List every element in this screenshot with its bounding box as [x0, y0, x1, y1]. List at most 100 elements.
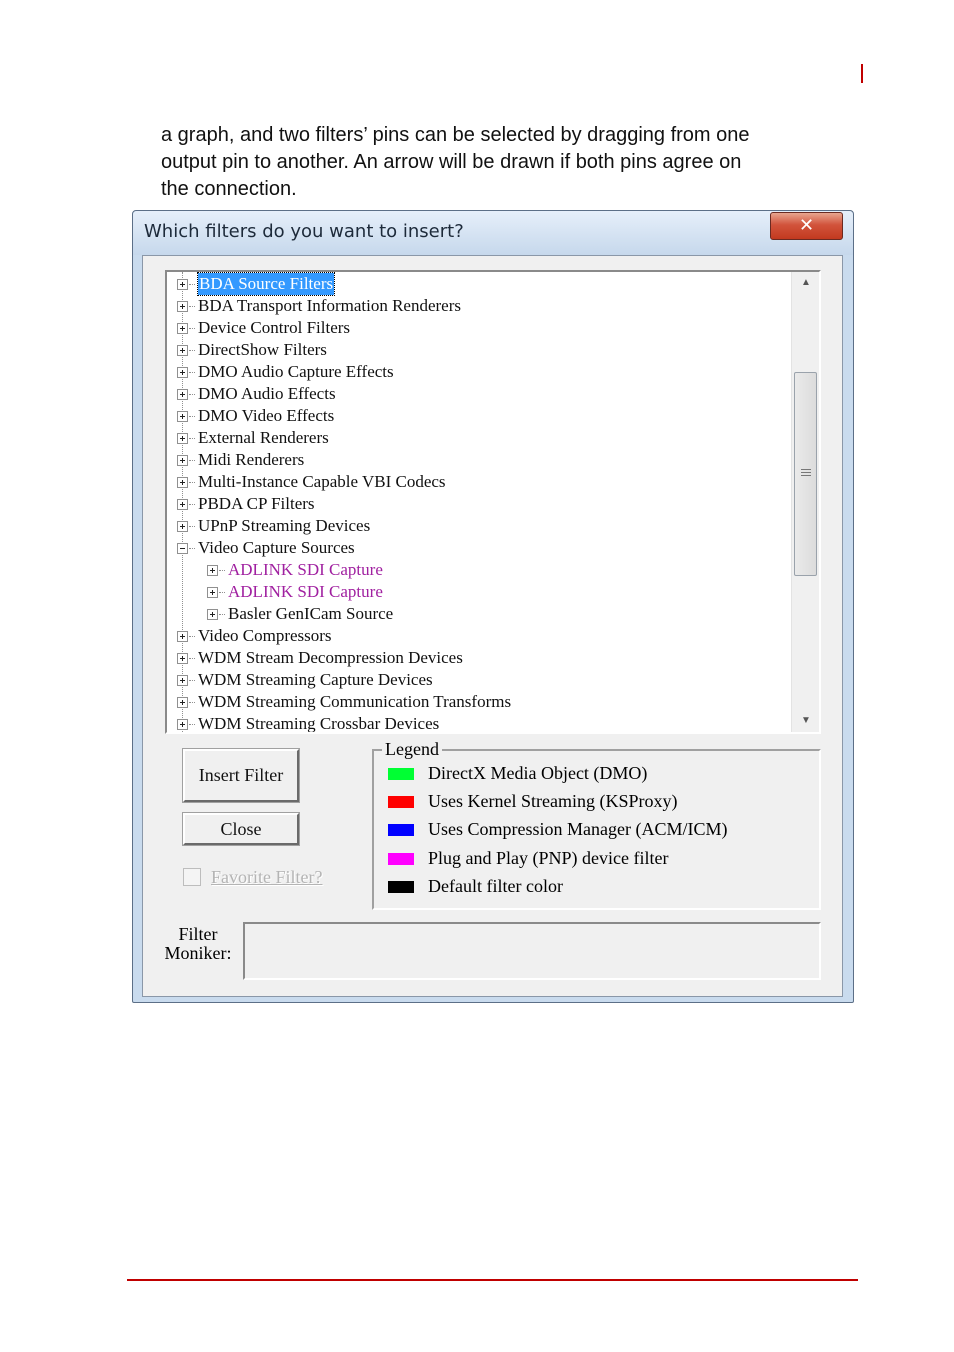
filter-tree-list: BDA Source Filters BDA Transport Informat… — [167, 272, 791, 732]
dialog-client-area: BDA Source Filters BDA Transport Informat… — [142, 255, 843, 997]
tree-branch-dots — [189, 328, 195, 329]
tree-item-label: BDA Source Filters — [196, 272, 336, 296]
tree-item[interactable]: WDM Streaming Crossbar Devices — [177, 713, 777, 732]
expand-plus-icon[interactable] — [177, 323, 188, 334]
collapse-minus-icon[interactable] — [177, 543, 188, 554]
moniker-label-line-1: Filter — [178, 924, 218, 944]
tree-item-label: ADLINK SDI Capture — [228, 582, 383, 601]
tree-item[interactable]: External Renderers — [177, 427, 777, 449]
tree-branch-dots — [189, 702, 195, 703]
tree-item[interactable]: DirectShow Filters — [177, 339, 777, 361]
tree-item-label: Midi Renderers — [198, 450, 305, 469]
expand-plus-icon[interactable] — [207, 587, 218, 598]
close-button[interactable]: Close — [182, 812, 300, 846]
filter-tree-view[interactable]: BDA Source Filters BDA Transport Informat… — [165, 270, 821, 734]
tree-branch-dots — [189, 636, 195, 637]
legend-label: Uses Kernel Streaming (KSProxy) — [428, 791, 678, 811]
intro-paragraph: a graph, and two filters’ pins can be se… — [161, 122, 851, 203]
expand-plus-icon[interactable] — [177, 697, 188, 708]
moniker-label-line-2: Moniker: — [164, 943, 232, 963]
tree-item[interactable]: ADLINK SDI Capture — [207, 559, 791, 581]
tree-item[interactable]: DMO Audio Effects — [177, 383, 777, 405]
expand-plus-icon[interactable] — [177, 521, 188, 532]
tree-item-label: WDM Stream Decompression Devices — [198, 648, 463, 667]
tree-item-label: Multi-Instance Capable VBI Codecs — [198, 472, 446, 491]
tree-item[interactable]: DMO Audio Capture Effects — [177, 361, 777, 383]
close-icon[interactable]: ✕ — [770, 212, 843, 240]
tree-item[interactable]: Basler GenICam Source — [207, 603, 791, 625]
expand-plus-icon[interactable] — [177, 367, 188, 378]
expand-plus-icon[interactable] — [207, 609, 218, 620]
expand-plus-icon[interactable] — [177, 719, 188, 730]
legend-swatch — [388, 853, 414, 865]
tree-item[interactable]: Video Capture Sources — [177, 537, 777, 559]
tree-item[interactable]: BDA Transport Information Renderers — [177, 295, 777, 317]
expand-plus-icon[interactable] — [177, 477, 188, 488]
legend-label: Uses Compression Manager (ACM/ICM) — [428, 819, 728, 839]
dialog-titlebar[interactable]: Which filters do you want to insert? ✕ — [133, 211, 853, 255]
expand-plus-icon[interactable] — [177, 279, 188, 290]
scroll-down-arrow-icon[interactable]: ▼ — [792, 710, 819, 732]
expand-plus-icon[interactable] — [177, 631, 188, 642]
expand-plus-icon[interactable] — [177, 411, 188, 422]
tree-item[interactable]: DMO Video Effects — [177, 405, 777, 427]
tree-item[interactable]: WDM Streaming Capture Devices — [177, 669, 777, 691]
scroll-thumb[interactable] — [794, 372, 817, 576]
expand-plus-icon[interactable] — [177, 499, 188, 510]
intro-line-1: a graph, and two filters’ pins can be se… — [161, 124, 750, 146]
footer-rule — [127, 1279, 858, 1281]
legend-groupbox: Legend DirectX Media Object (DMO) Uses K… — [372, 739, 821, 910]
tree-branch-dots — [189, 350, 195, 351]
tree-item[interactable]: BDA Source Filters — [177, 272, 777, 296]
tree-item-label: DMO Audio Capture Effects — [198, 362, 394, 381]
tree-item-label: DMO Video Effects — [198, 406, 335, 425]
tree-item[interactable]: Multi-Instance Capable VBI Codecs — [177, 471, 777, 493]
tree-item-label: Video Compressors — [198, 626, 332, 645]
legend-label: DirectX Media Object (DMO) — [428, 763, 648, 783]
tree-branch-dots — [189, 504, 195, 505]
legend-swatch — [388, 824, 414, 836]
expand-plus-icon[interactable] — [177, 653, 188, 664]
scroll-up-arrow-icon[interactable]: ▲ — [792, 272, 819, 294]
tree-item[interactable]: WDM Streaming Communication Transforms — [177, 691, 777, 713]
tree-branch-dots — [189, 438, 195, 439]
insert-filters-dialog: Which filters do you want to insert? ✕ B… — [132, 210, 854, 1003]
expand-plus-icon[interactable] — [177, 389, 188, 400]
tree-item-label: WDM Streaming Communication Transforms — [198, 692, 512, 711]
tree-item-label: DirectShow Filters — [198, 340, 327, 359]
tree-item[interactable]: PBDA CP Filters — [177, 493, 777, 515]
dialog-title: Which filters do you want to insert? — [144, 221, 464, 242]
legend-swatch — [388, 881, 414, 893]
tree-item[interactable]: UPnP Streaming Devices — [177, 515, 777, 537]
tree-branch-dots — [189, 460, 195, 461]
tree-vertical-scrollbar[interactable]: ▲ ▼ — [791, 272, 819, 732]
tree-item[interactable]: Video Compressors — [177, 625, 777, 647]
expand-plus-icon[interactable] — [177, 455, 188, 466]
expand-plus-icon[interactable] — [177, 301, 188, 312]
tree-item[interactable]: Midi Renderers — [177, 449, 777, 471]
tree-branch-dots — [189, 658, 195, 659]
legend-label: Plug and Play (PNP) device filter — [428, 848, 669, 868]
legend-title: Legend — [382, 739, 442, 759]
tree-item-label: UPnP Streaming Devices — [198, 516, 371, 535]
tree-item[interactable]: WDM Stream Decompression Devices — [177, 647, 777, 669]
tree-branch-dots — [189, 284, 195, 285]
tree-branch-dots — [189, 526, 195, 527]
tree-item-label: ADLINK SDI Capture — [228, 560, 383, 579]
header-accent-mark — [861, 64, 863, 83]
tree-item[interactable]: ADLINK SDI Capture — [207, 581, 791, 603]
filter-moniker-label: Filter Moniker: — [161, 925, 235, 963]
tree-branch-dots — [219, 570, 225, 571]
scroll-grip-icon — [801, 469, 811, 478]
expand-plus-icon[interactable] — [207, 565, 218, 576]
filter-moniker-field — [243, 922, 821, 980]
tree-item-label: DMO Audio Effects — [198, 384, 336, 403]
insert-filter-button[interactable]: Insert Filter — [182, 748, 300, 803]
tree-child-connector-line — [182, 559, 183, 614]
expand-plus-icon[interactable] — [177, 345, 188, 356]
legend-label: Default filter color — [428, 876, 563, 896]
expand-plus-icon[interactable] — [177, 675, 188, 686]
expand-plus-icon[interactable] — [177, 433, 188, 444]
tree-item-label: WDM Streaming Crossbar Devices — [198, 714, 440, 732]
tree-item[interactable]: Device Control Filters — [177, 317, 777, 339]
